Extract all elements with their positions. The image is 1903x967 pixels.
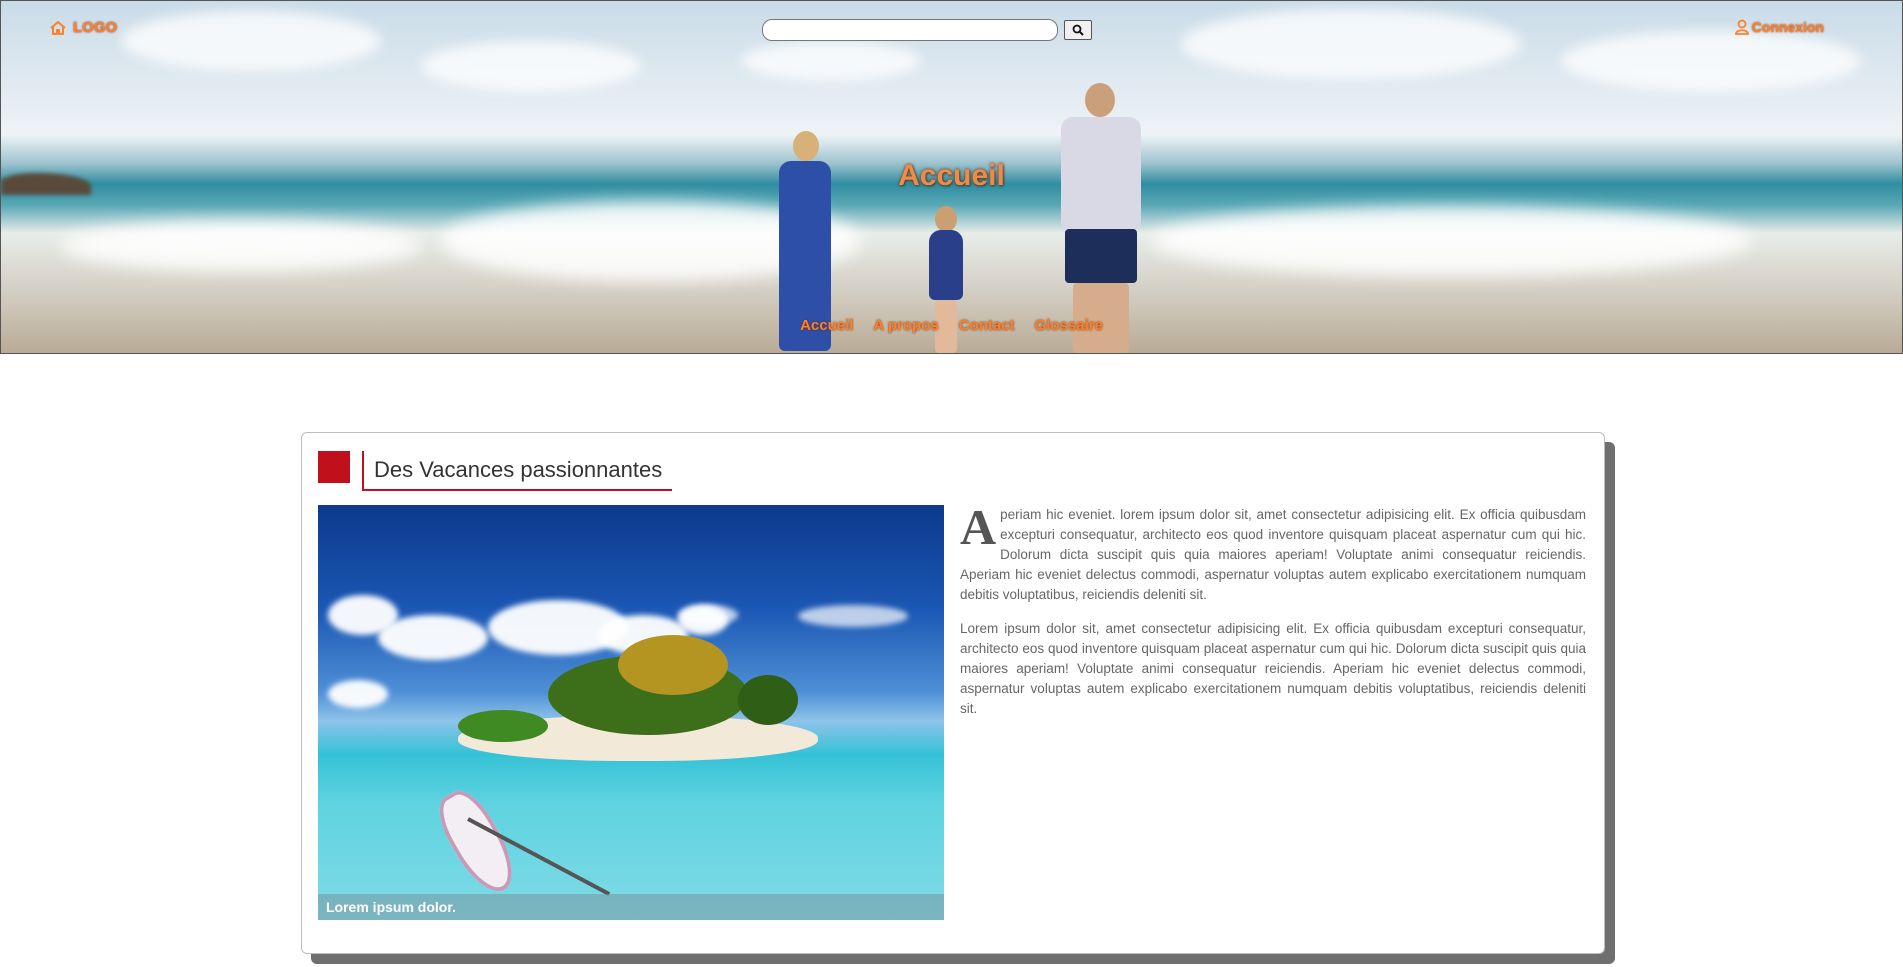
home-icon xyxy=(50,20,66,35)
logo-label: LOGO xyxy=(73,19,118,36)
search-icon xyxy=(1072,24,1084,36)
article-heading: Des Vacances passionnantes xyxy=(362,451,673,491)
article-paragraph-1: Aperiam hic eveniet. lorem ipsum dolor s… xyxy=(960,499,1586,605)
hero-person-father xyxy=(1051,83,1151,353)
hero-cloud xyxy=(1561,31,1861,91)
hero-wave xyxy=(1151,206,1751,276)
logo-link[interactable]: LOGO xyxy=(49,19,117,36)
user-icon xyxy=(1734,19,1749,35)
article-text: Aperiam hic eveniet. lorem ipsum dolor s… xyxy=(960,499,1586,733)
article-image: Lorem ipsum dolor. xyxy=(318,505,944,920)
nav-item-a-propos[interactable]: A propos xyxy=(873,317,938,334)
hero-banner: LOGO Connexion Accueil Accueil A propos … xyxy=(0,0,1903,354)
nav-item-contact[interactable]: Contact xyxy=(959,317,1015,334)
login-link[interactable]: Connexion xyxy=(1734,19,1824,35)
page-title: Accueil xyxy=(898,159,1005,192)
hero-cloud xyxy=(741,41,921,81)
paragraph-1-text: periam hic eveniet. lorem ipsum dolor si… xyxy=(960,507,1586,602)
article-card: Des Vacances passionnantes Lorem ipsum d… xyxy=(301,432,1605,954)
heading-accent-square xyxy=(318,451,350,483)
hero-cloud xyxy=(421,41,641,91)
hero-cloud xyxy=(121,11,381,71)
nav-item-accueil[interactable]: Accueil xyxy=(800,317,853,334)
dropcap-letter: A xyxy=(960,499,997,555)
article-header: Des Vacances passionnantes xyxy=(318,451,673,491)
hero-wave xyxy=(61,221,421,271)
search-input[interactable] xyxy=(762,19,1058,41)
main-nav: Accueil A propos Contact Glossaire xyxy=(1,317,1902,334)
nav-item-glossaire[interactable]: Glossaire xyxy=(1035,317,1103,334)
image-caption: Lorem ipsum dolor. xyxy=(318,894,944,920)
hero-cloud xyxy=(1181,9,1521,79)
search-button[interactable] xyxy=(1064,20,1092,40)
article-paragraph-2: Lorem ipsum dolor sit, amet consectetur … xyxy=(960,621,1586,716)
login-label: Connexion xyxy=(1751,19,1824,35)
search-bar xyxy=(762,19,1092,41)
